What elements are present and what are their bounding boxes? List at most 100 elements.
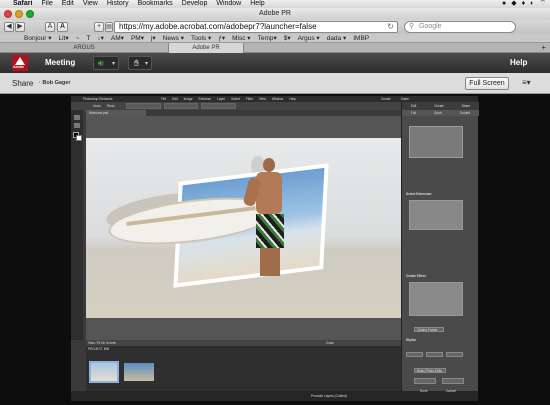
pse-tool-zoom[interactable] <box>74 123 80 128</box>
reader-button[interactable]: ▤ <box>105 22 113 32</box>
status-icon-2[interactable]: ◆ <box>511 0 516 8</box>
menu-bookmarks[interactable]: Bookmarks <box>138 0 173 8</box>
menu-develop[interactable]: Develop <box>182 0 208 8</box>
bookmark-item[interactable]: IMBP <box>353 34 369 42</box>
menu-app-safari[interactable]: Safari <box>13 0 32 8</box>
pse-menu-edit[interactable]: Edit <box>172 97 178 101</box>
pse-panel-tab-share[interactable]: Share <box>462 104 471 108</box>
pse-done-button[interactable]: Done <box>414 378 436 393</box>
pse-menu-view[interactable]: View <box>259 97 266 101</box>
pse-menu-enhance[interactable]: Enhance <box>199 97 212 101</box>
pse-panel-tab-edit[interactable]: Edit <box>411 104 417 108</box>
text-smaller-button[interactable]: A <box>45 22 55 32</box>
pse-menu-select[interactable]: Select <box>231 97 240 101</box>
text-larger-button[interactable]: A <box>57 22 68 32</box>
add-bookmark-button[interactable]: + <box>94 22 104 32</box>
bookmark-item[interactable]: PM▾ <box>131 34 144 42</box>
zoom-window-button[interactable] <box>26 10 34 18</box>
reload-icon[interactable]: ↻ <box>387 22 394 32</box>
pse-menu-layer[interactable]: Layer <box>217 97 225 101</box>
add-tab-icon: + <box>96 23 102 30</box>
bookmark-item[interactable]: Argus ▾ <box>298 34 320 42</box>
pse-panel-tab-create[interactable]: Create <box>434 104 444 108</box>
share-options-icon[interactable]: ≡▾ <box>522 78 531 87</box>
full-screen-button[interactable]: Full Screen <box>465 77 509 90</box>
pse-subtab-full[interactable]: Full <box>411 111 416 115</box>
speaker-button[interactable]: 🔊︎ ▾ <box>93 56 119 70</box>
bookmark-item[interactable]: j▾ <box>151 34 156 42</box>
pse-option-btn[interactable] <box>163 103 199 109</box>
bookmark-item[interactable]: dada ▾ <box>327 34 347 42</box>
pse-subtab-guided[interactable]: Guided <box>460 111 470 115</box>
tab-argus[interactable]: ARGUS <box>0 43 168 53</box>
bookmark-item[interactable]: Temp▾ <box>258 34 277 42</box>
pse-style-btn-3[interactable] <box>446 352 463 357</box>
bookmark-item[interactable]: T <box>86 34 90 42</box>
close-window-button[interactable] <box>4 10 12 18</box>
status-icon-3[interactable]: ♦ <box>522 0 526 8</box>
pse-undo-button[interactable]: Undo <box>93 104 101 108</box>
pse-options-bar: Undo Redo <box>71 102 401 110</box>
minimize-window-button[interactable] <box>15 10 23 18</box>
menu-history[interactable]: History <box>107 0 129 8</box>
bookmark-item[interactable]: Lit▾ <box>58 34 68 42</box>
help-menu[interactable]: Help <box>510 58 527 67</box>
pse-bin-thumb-1[interactable] <box>89 361 119 383</box>
window-title-bar: Adobe PR <box>0 8 550 20</box>
adobe-logo-text: Adobe <box>13 65 24 69</box>
menu-edit[interactable]: Edit <box>62 0 74 8</box>
menu-view[interactable]: View <box>83 0 98 8</box>
back-button[interactable]: ◀ <box>4 22 14 32</box>
pse-option-btn[interactable] <box>126 103 161 109</box>
pse-style-btn-2[interactable] <box>426 352 443 357</box>
bookmark-item[interactable]: ~ <box>76 34 80 42</box>
pse-menu-window[interactable]: Window <box>272 97 283 101</box>
pse-share-link[interactable]: Share <box>401 97 410 101</box>
pse-tool-move[interactable] <box>74 115 80 120</box>
pse-view-label[interactable]: View: Fit On Screen <box>88 341 116 345</box>
attendee-status-button[interactable]: ✋︎ ▾ <box>128 56 152 70</box>
bookmark-item[interactable]: ↓▾ <box>97 34 104 42</box>
pse-menu-file[interactable]: File <box>161 97 166 101</box>
pse-menu-filter[interactable]: Filter <box>246 97 253 101</box>
pse-option-btn[interactable] <box>201 103 237 109</box>
search-field[interactable]: ⚲ Google <box>404 21 516 33</box>
pse-zoom-label[interactable]: Zoom <box>326 341 334 345</box>
pse-options-buttons <box>126 103 237 109</box>
share-title: Share <box>12 79 34 88</box>
bookmark-item[interactable]: $▾ <box>284 34 291 42</box>
forward-button[interactable]: ▶ <box>15 22 25 32</box>
pse-subtab-quick[interactable]: Quick <box>434 111 442 115</box>
bookmark-item[interactable]: AM▾ <box>111 34 124 42</box>
pse-outline-frame-button[interactable]: Outline Frame <box>414 327 444 332</box>
pse-background-color[interactable] <box>76 135 82 141</box>
menu-help[interactable]: Help <box>250 0 264 8</box>
pse-bin-thumb-2[interactable] <box>124 363 154 381</box>
tab-adobe-pr[interactable]: Adobe PR <box>168 43 244 53</box>
pse-menu-image[interactable]: Image <box>184 97 193 101</box>
pse-top-right: Create Share <box>381 97 409 101</box>
bookmark-item[interactable]: Tools ▾ <box>191 34 211 42</box>
status-icons: ● ◆ ♦ ◐ ⌔ <box>502 0 550 8</box>
pse-basic-edits-label: Basic Photo Edits <box>417 369 442 373</box>
pse-basic-edits-button[interactable]: Basic Photo Edits <box>414 368 446 373</box>
pse-style-btn-1[interactable] <box>406 352 423 357</box>
pse-redo-button[interactable]: Redo <box>107 104 115 108</box>
pse-create-link[interactable]: Create <box>381 97 391 101</box>
pse-cancel-button[interactable]: Cancel <box>442 378 464 393</box>
bookmark-item[interactable]: Misc ▾ <box>232 34 250 42</box>
bookmark-item[interactable]: ƒ▾ <box>218 34 225 42</box>
bookmark-item[interactable]: News ▾ <box>163 34 184 42</box>
wifi-icon[interactable]: ⌔ <box>539 0 546 8</box>
search-placeholder: Google <box>419 23 442 30</box>
menu-file[interactable]: File <box>41 0 52 8</box>
bookmark-item[interactable]: Bonjour ▾ <box>24 34 51 42</box>
menu-window[interactable]: Window <box>216 0 241 8</box>
address-bar[interactable]: https://my.adobe.acrobat.com/adobepr7?la… <box>114 21 398 33</box>
pse-done-cancel: Done Cancel <box>414 378 464 393</box>
pse-menu-help[interactable]: Help <box>289 97 296 101</box>
new-tab-button[interactable]: + <box>541 43 546 53</box>
status-icon-4[interactable]: ◐ <box>530 0 534 8</box>
meeting-menu[interactable]: Meeting <box>45 58 75 67</box>
status-icon-1[interactable]: ● <box>502 0 506 8</box>
